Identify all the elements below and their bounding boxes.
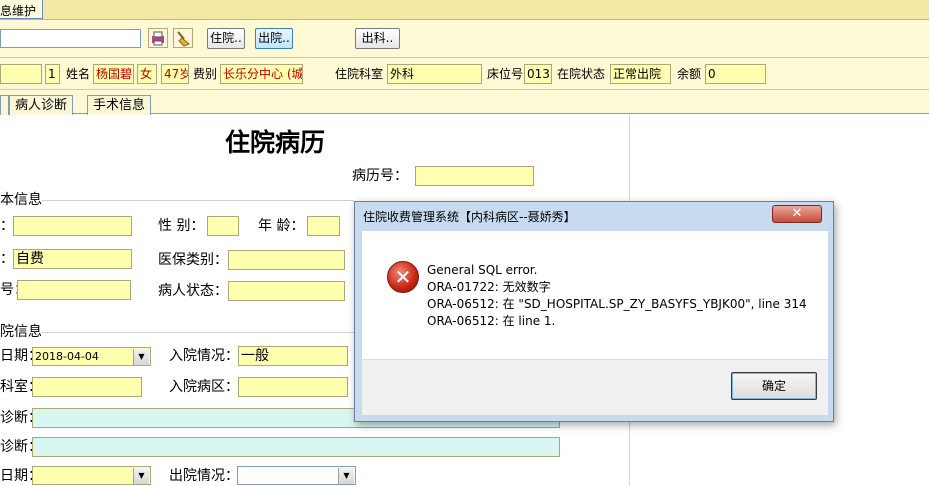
age-field: 47岁 [161, 64, 189, 84]
admit-button[interactable]: 住院.. [207, 28, 245, 49]
admit-date-value: 2018-04-04 [35, 350, 99, 363]
fee-form-field[interactable]: 自费 [13, 249, 132, 269]
admit-situation-label: 入院情况： [169, 348, 239, 364]
patient-seq-field: 1 [45, 64, 60, 84]
record-no-field[interactable] [415, 166, 534, 186]
admission-section-title: 院信息 [0, 324, 42, 340]
insurance-label: 医保类别： [158, 252, 228, 268]
dept-label: 住院科室 [335, 67, 384, 81]
admit-ward-field[interactable] [238, 377, 348, 397]
admit-dept-field[interactable] [32, 377, 142, 397]
fee-colon-label: ： [0, 251, 14, 267]
sex-form-label: 性 别： [158, 218, 205, 234]
status-field: 正常出院 [610, 64, 671, 84]
sex-field: 女 [137, 64, 157, 84]
admit-situation-field[interactable]: 一般 [238, 346, 348, 366]
ok-button[interactable]: 确定 [731, 372, 817, 400]
patient-info-bar: 1 姓名 杨国碧 女 47岁 费别 长乐分中心 (城 住院科室 外科 床位号 0… [0, 58, 929, 90]
name-label: 姓名 [66, 67, 91, 81]
close-icon[interactable]: ✕ [772, 205, 822, 223]
page-title: 住院病历 [225, 128, 326, 157]
admit-ward-label: 入院病区： [169, 379, 239, 395]
dialog-title: 住院收费管理系统【内科病区--聂娇秀】 [363, 210, 576, 224]
error-icon: ✕ [387, 261, 419, 293]
discharge-situation-select[interactable]: ▼ [237, 466, 356, 485]
tab-partial[interactable] [0, 95, 9, 115]
id-no-field[interactable] [17, 280, 131, 300]
basic-info-section-title: 本信息 [0, 192, 42, 208]
patient-id-field [0, 64, 42, 84]
balance-label: 余额 [677, 67, 702, 81]
age-form-label: 年 龄： [258, 218, 305, 234]
insurance-field[interactable] [228, 250, 345, 270]
error-line: General SQL error. [427, 263, 538, 277]
section-divider [42, 332, 354, 333]
record-no-label: 病历号： [352, 168, 408, 184]
bed-label: 床位号 [487, 67, 524, 81]
dept-transfer-out-button[interactable]: 出科.. [355, 28, 400, 49]
balance-field: 0 [705, 64, 766, 84]
discharge-date-picker[interactable]: ▼ [32, 466, 151, 485]
broom-icon[interactable] [173, 28, 193, 48]
error-line: ORA-06512: 在 line 1. [427, 314, 556, 328]
sex-form-field[interactable] [207, 216, 239, 236]
top-title-bar [0, 0, 929, 20]
patient-status-field[interactable] [228, 281, 345, 301]
chevron-down-icon[interactable]: ▼ [133, 349, 149, 365]
chevron-down-icon[interactable]: ▼ [338, 468, 354, 484]
name-colon-label: ： [0, 218, 14, 234]
search-input[interactable] [0, 29, 141, 48]
error-line: ORA-06512: 在 "SD_HOSPITAL.SP_ZY_BASYFS_Y… [427, 297, 807, 311]
admit-date-picker[interactable]: 2018-04-04 ▼ [32, 347, 151, 366]
fee-label: 费别 [193, 67, 218, 81]
patient-name-field[interactable] [13, 216, 132, 236]
dept-field: 外科 [387, 64, 482, 84]
diagnosis-2-field[interactable] [32, 437, 560, 457]
window-title-tab[interactable]: 息维护 [0, 0, 44, 19]
name-field: 杨国碧 [93, 64, 134, 84]
error-message: General SQL error. ORA-01722: 无效数字 ORA-0… [427, 262, 807, 330]
discharge-situation-label: 出院情况： [169, 468, 239, 484]
discharge-button[interactable]: 出院.. [255, 28, 293, 49]
error-line: ORA-01722: 无效数字 [427, 280, 551, 294]
fee-field: 长乐分中心 (城 [220, 64, 303, 84]
printer-icon[interactable] [148, 28, 168, 48]
section-divider [42, 200, 354, 201]
age-form-field[interactable] [307, 216, 340, 236]
error-dialog: 住院收费管理系统【内科病区--聂娇秀】 ✕ ✕ General SQL erro… [354, 201, 834, 422]
tab-surgery-info[interactable]: 手术信息 [87, 95, 152, 115]
tab-patient-diagnosis[interactable]: 病人诊断 [9, 95, 74, 115]
status-label: 在院状态 [557, 67, 606, 81]
patient-status-label: 病人状态： [158, 283, 228, 299]
bed-field: 013 [524, 64, 552, 84]
toolbar: 住院.. 出院.. 出科.. [0, 20, 929, 58]
chevron-down-icon[interactable]: ▼ [133, 468, 149, 484]
